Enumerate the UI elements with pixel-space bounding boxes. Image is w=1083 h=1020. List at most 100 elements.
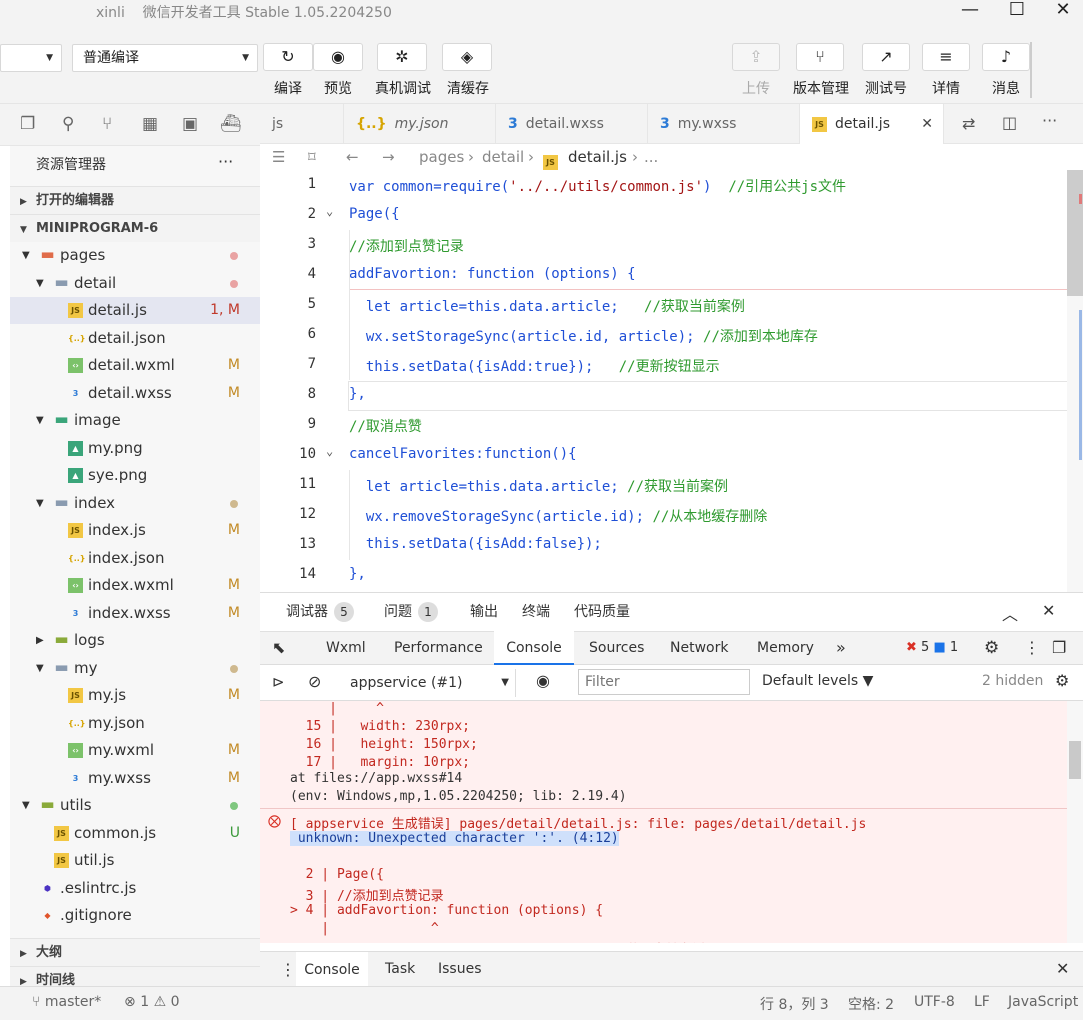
tree-item[interactable]: ‹› my.wxml M (10, 737, 260, 764)
split-editor-icon[interactable]: ◫ (1002, 113, 1017, 132)
tree-item[interactable]: {..} my.json (10, 710, 260, 737)
language-mode[interactable]: JavaScript (1008, 994, 1078, 1010)
tree-item[interactable]: ▼ ▬ utils (10, 792, 260, 819)
preview-button[interactable]: ◉ (313, 43, 363, 71)
code-editor[interactable]: 1 var common=require('../../utils/common.… (260, 170, 1083, 592)
version-control-button[interactable]: ⑂ (796, 43, 844, 71)
tree-item[interactable]: ▼ ▬ pages (10, 242, 260, 269)
open-editors-section[interactable]: ▶ 打开的编辑器 (10, 186, 260, 214)
tab-detail-wxss[interactable]: 3 detail.wxss (496, 104, 648, 144)
breadcrumb-pages[interactable]: pages (419, 144, 464, 170)
drawer-tab-issues[interactable]: Issues (438, 961, 482, 977)
tree-item[interactable]: JS util.js (10, 847, 260, 874)
files-icon[interactable]: ❐ (20, 114, 35, 134)
tab-my-wxss[interactable]: 3 my.wxss (648, 104, 800, 144)
chevron-right-icon[interactable]: ▶ (36, 627, 44, 654)
drawer-tab-task[interactable]: Task (385, 961, 415, 977)
error-counter[interactable]: ✖ 5 ■ 1 (906, 631, 958, 665)
breadcrumb-detail[interactable]: detail (482, 144, 524, 170)
encoding[interactable]: UTF-8 (914, 994, 955, 1010)
tree-item[interactable]: ▲ sye.png (10, 462, 260, 489)
breadcrumb-symbol[interactable]: ... (644, 144, 658, 170)
bookmark-icon[interactable]: ⌑ (308, 144, 316, 170)
tree-item[interactable]: ▼ ▬ detail (10, 270, 260, 297)
tree-item[interactable]: ▲ my.png (10, 435, 260, 462)
mode-select[interactable]: ▼ (0, 44, 62, 72)
tab-js[interactable]: js (260, 104, 344, 144)
outline-section[interactable]: ▶ 大纲 (10, 938, 260, 966)
tree-item[interactable]: ◆ .gitignore (10, 902, 260, 929)
breadcrumb-file[interactable]: detail.js (568, 144, 627, 170)
context-select[interactable]: appservice (#1) ▼ (342, 669, 516, 697)
clear-console-icon[interactable]: ⊘ (308, 672, 321, 691)
tree-item[interactable]: 3 detail.wxss M (10, 380, 260, 407)
tree-item[interactable]: JS index.js M (10, 517, 260, 544)
devtools-tab-memory[interactable]: Memory (757, 631, 814, 665)
indentation[interactable]: 空格: 2 (848, 994, 894, 1014)
drawer-menu-icon[interactable]: ⋮ (280, 960, 296, 979)
search-icon[interactable]: ⚲ (62, 114, 74, 134)
eye-icon[interactable]: ◉ (536, 671, 550, 690)
console-scrollbar[interactable] (1067, 701, 1083, 943)
test-account-button[interactable]: ↗ (862, 43, 910, 71)
source-control-icon[interactable]: ⑂ (102, 114, 112, 134)
chevron-down-icon[interactable]: ▼ (36, 655, 44, 682)
filter-input[interactable] (578, 669, 750, 695)
console-settings-icon[interactable]: ⚙ (1055, 671, 1069, 690)
devtools-tab-sources[interactable]: Sources (589, 631, 644, 665)
devtools-tab-network[interactable]: Network (670, 631, 728, 665)
tab-code-quality[interactable]: 代码质量 (574, 593, 630, 631)
remote-debug-button[interactable]: ✲ (377, 43, 427, 71)
tree-item[interactable]: ▶ ▬ logs (10, 627, 260, 654)
tab-terminal[interactable]: 终端 (522, 593, 550, 631)
tree-item[interactable]: 3 index.wxss M (10, 600, 260, 627)
tree-item[interactable]: ‹› detail.wxml M (10, 352, 260, 379)
close-drawer-icon[interactable]: ✕ (1056, 959, 1069, 978)
devtools-tab-wxml[interactable]: Wxml (326, 631, 366, 665)
extensions-icon[interactable]: ▦ (142, 114, 158, 134)
tab-detail-js[interactable]: JS detail.js ✕ (800, 104, 944, 144)
line-ending[interactable]: LF (974, 994, 990, 1010)
chevron-down-icon[interactable]: ▼ (36, 407, 44, 434)
tree-item[interactable]: 3 my.wxss M (10, 765, 260, 792)
devtools-tab-console[interactable]: Console (494, 631, 574, 665)
inspect-icon[interactable]: ⬉ (272, 631, 285, 665)
tab-problems[interactable]: 问题 1 (384, 593, 438, 631)
minimize-button[interactable]: — (950, 0, 990, 24)
project-section[interactable]: ▼ MINIPROGRAM-6 (10, 214, 260, 242)
git-branch[interactable]: ⑂ master* (32, 994, 101, 1010)
details-button[interactable]: ≡ (922, 43, 970, 71)
tree-item[interactable]: JS detail.js 1, M (10, 297, 260, 324)
storage-icon[interactable]: ▣ (182, 114, 198, 134)
editor-scrollbar[interactable] (1067, 170, 1083, 592)
collapse-panel-icon[interactable]: ︿ (1002, 601, 1018, 625)
compile-button[interactable]: ↻ (263, 43, 313, 71)
back-icon[interactable]: ← (346, 144, 359, 170)
levels-select[interactable]: Default levels ▼ (762, 673, 873, 689)
drawer-tab-console[interactable]: Console (296, 952, 368, 988)
close-panel-icon[interactable]: ✕ (1042, 601, 1055, 620)
devtools-tab-performance[interactable]: Performance (394, 631, 483, 665)
tree-item[interactable]: ▼ ▬ image (10, 407, 260, 434)
tree-item[interactable]: JS my.js M (10, 682, 260, 709)
close-tab-icon[interactable]: ✕ (921, 104, 933, 144)
tab-my-json[interactable]: {..} my.json (344, 104, 496, 144)
settings-icon[interactable]: ⚙ (984, 631, 999, 665)
problems-status[interactable]: ⊗ 1 ⚠ 0 (124, 994, 180, 1010)
maximize-button[interactable]: ☐ (997, 0, 1037, 24)
tree-item[interactable]: ▼ ▬ index (10, 490, 260, 517)
compile-mode-select[interactable]: 普通编译 ▼ (72, 44, 258, 72)
explorer-more-icon[interactable]: ··· (218, 152, 233, 171)
chevron-down-icon[interactable]: ▼ (36, 270, 44, 297)
docker-icon[interactable]: ⛴ (220, 114, 242, 134)
chevron-down-icon[interactable]: ▼ (22, 242, 30, 269)
kebab-menu-icon[interactable]: ⋮ (1024, 631, 1040, 665)
dock-icon[interactable]: ❐ (1052, 631, 1066, 665)
messages-button[interactable]: ♪ (982, 43, 1030, 71)
chevron-down-icon[interactable]: ▼ (36, 490, 44, 517)
more-tabs-icon[interactable]: » (836, 631, 846, 665)
tree-item[interactable]: JS common.js U (10, 820, 260, 847)
close-window-button[interactable]: ✕ (1043, 0, 1083, 24)
chevron-down-icon[interactable]: ▼ (22, 792, 30, 819)
tree-item[interactable]: ‹› index.wxml M (10, 572, 260, 599)
